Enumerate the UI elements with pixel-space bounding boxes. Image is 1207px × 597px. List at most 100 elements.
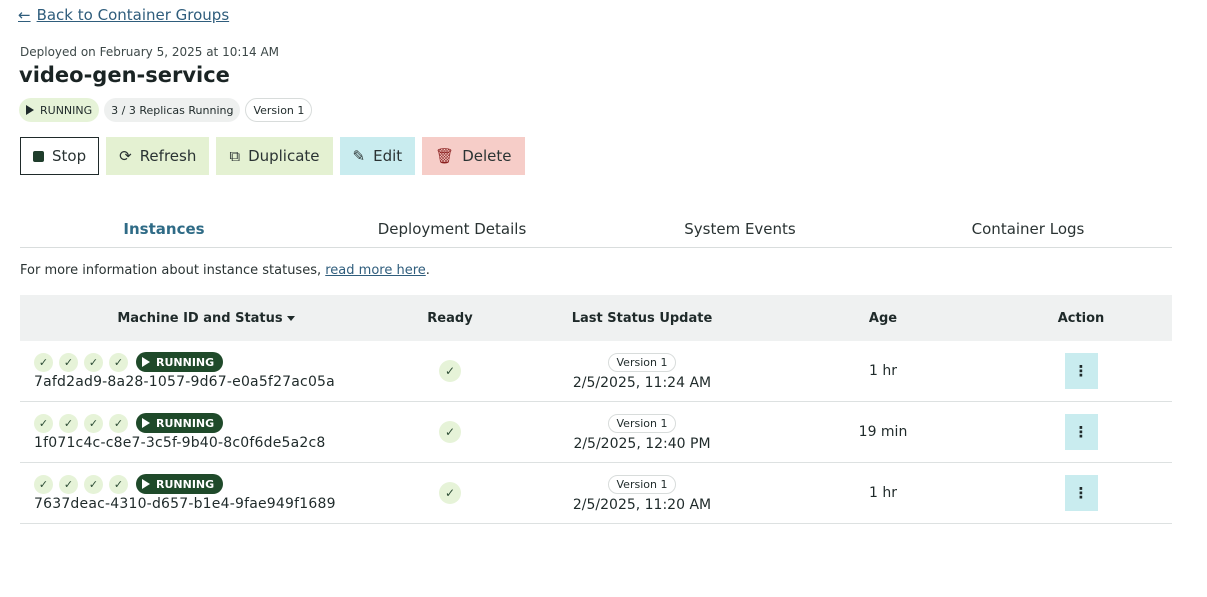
check-icon: ✓	[59, 352, 78, 372]
action-cell: ⋮	[990, 475, 1172, 511]
machine-cell: ✓ ✓ ✓ ✓ RUNNING 7afd2ad9-8a28-1057-9d67-…	[20, 352, 392, 390]
edit-label: Edit	[373, 147, 403, 165]
info-suffix: .	[425, 263, 430, 278]
check-icon: ✓	[84, 474, 103, 494]
check-icon: ✓	[439, 360, 461, 382]
edit-icon: ✎	[352, 147, 366, 165]
age-cell: 1 hr	[869, 363, 897, 379]
action-cell: ⋮	[990, 353, 1172, 389]
version-chip: Version 1	[607, 414, 677, 433]
header-machine-id-label: Machine ID and Status	[117, 310, 283, 326]
caret-down-icon	[286, 315, 295, 321]
refresh-button[interactable]: ⟳ Refresh	[106, 137, 210, 175]
header-age: Age	[868, 310, 898, 326]
running-pill: RUNNING	[136, 352, 224, 372]
machine-cell: ✓ ✓ ✓ ✓ RUNNING 1f071c4c-c8e7-3c5f-9b40-…	[20, 413, 392, 451]
instance-status-info: For more information about instance stat…	[20, 263, 430, 278]
running-pill-label: RUNNING	[156, 416, 215, 430]
play-icon	[142, 357, 150, 367]
machine-id: 1f071c4c-c8e7-3c5f-9b40-8c0f6de5a2c8	[34, 435, 326, 451]
trash-icon: 🗑	[435, 147, 455, 165]
check-icon: ✓	[109, 474, 128, 494]
page-title: video-gen-service	[19, 63, 230, 87]
status-badges: RUNNING 3 / 3 Replicas Running Version 1	[19, 98, 313, 122]
running-status-label: RUNNING	[40, 103, 93, 117]
replicas-badge: 3 / 3 Replicas Running	[104, 98, 241, 122]
edit-button[interactable]: ✎ Edit	[339, 137, 416, 175]
running-pill: RUNNING	[136, 474, 224, 494]
back-link-label: Back to Container Groups	[36, 6, 230, 24]
last-update-cell: Version 1 2/5/2025, 11:24 AM	[508, 351, 776, 391]
stop-label: Stop	[52, 147, 87, 165]
check-icon: ✓	[34, 474, 53, 494]
delete-button[interactable]: 🗑 Delete	[422, 137, 525, 175]
copy-icon: ⧉	[229, 147, 241, 165]
version-chip: Version 1	[607, 475, 677, 494]
stop-button[interactable]: Stop	[20, 137, 100, 175]
row-actions-button[interactable]: ⋮	[1064, 414, 1098, 450]
running-status-badge: RUNNING	[19, 98, 100, 122]
last-update-timestamp: 2/5/2025, 11:20 AM	[572, 497, 712, 513]
refresh-icon: ⟳	[119, 147, 132, 165]
last-update-timestamp: 2/5/2025, 11:24 AM	[572, 375, 712, 391]
header-ready: Ready	[427, 310, 473, 326]
ready-cell: ✓	[392, 482, 508, 504]
check-icon: ✓	[59, 474, 78, 494]
machine-id: 7637deac-4310-d657-b1e4-9fae949f1689	[34, 496, 336, 512]
action-cell: ⋮	[990, 414, 1172, 450]
back-to-container-groups-link[interactable]: ← Back to Container Groups	[18, 6, 229, 24]
status-checks: ✓ ✓ ✓ ✓ RUNNING	[34, 413, 392, 433]
deployed-on-text: Deployed on February 5, 2025 at 10:14 AM	[20, 45, 280, 59]
check-icon: ✓	[59, 413, 78, 433]
check-icon: ✓	[84, 352, 103, 372]
stop-icon	[33, 150, 44, 162]
more-vertical-icon: ⋮	[1073, 484, 1089, 502]
info-text: For more information about instance stat…	[20, 263, 326, 278]
check-icon: ✓	[439, 482, 461, 504]
arrow-left-icon: ←	[18, 6, 31, 24]
play-icon	[142, 479, 150, 489]
age-cell: 1 hr	[869, 485, 897, 501]
delete-label: Delete	[462, 147, 512, 165]
table-row: ✓ ✓ ✓ ✓ RUNNING 1f071c4c-c8e7-3c5f-9b40-…	[20, 402, 1172, 463]
tab-container-logs[interactable]: Container Logs	[884, 212, 1172, 247]
tab-deployment-details[interactable]: Deployment Details	[308, 212, 596, 247]
last-update-cell: Version 1 2/5/2025, 11:20 AM	[508, 473, 776, 513]
age-cell: 19 min	[858, 424, 908, 440]
check-icon: ✓	[439, 421, 461, 443]
instances-table: Machine ID and Status Ready Last Status …	[20, 295, 1172, 524]
status-checks: ✓ ✓ ✓ ✓ RUNNING	[34, 474, 392, 494]
tab-bar: Instances Deployment Details System Even…	[20, 212, 1172, 248]
check-icon: ✓	[84, 413, 103, 433]
row-actions-button[interactable]: ⋮	[1064, 475, 1098, 511]
table-header: Machine ID and Status Ready Last Status …	[20, 295, 1172, 341]
running-pill-label: RUNNING	[156, 477, 215, 491]
table-row: ✓ ✓ ✓ ✓ RUNNING 7637deac-4310-d657-b1e4-…	[20, 463, 1172, 524]
check-icon: ✓	[109, 352, 128, 372]
tab-system-events[interactable]: System Events	[596, 212, 884, 247]
more-vertical-icon: ⋮	[1073, 362, 1089, 380]
ready-cell: ✓	[392, 360, 508, 382]
status-checks: ✓ ✓ ✓ ✓ RUNNING	[34, 352, 392, 372]
ready-cell: ✓	[392, 421, 508, 443]
last-update-timestamp: 2/5/2025, 12:40 PM	[573, 436, 711, 452]
check-icon: ✓	[109, 413, 128, 433]
play-icon	[142, 418, 150, 428]
action-toolbar: Stop ⟳ Refresh ⧉ Duplicate ✎ Edit 🗑 Dele…	[20, 137, 525, 175]
read-more-link[interactable]: read more here	[325, 263, 426, 278]
refresh-label: Refresh	[139, 147, 197, 165]
play-icon	[26, 105, 34, 115]
running-pill: RUNNING	[136, 413, 224, 433]
machine-id: 7afd2ad9-8a28-1057-9d67-e0a5f27ac05a	[34, 374, 335, 390]
version-chip: Version 1	[607, 353, 677, 372]
table-row: ✓ ✓ ✓ ✓ RUNNING 7afd2ad9-8a28-1057-9d67-…	[20, 341, 1172, 402]
check-icon: ✓	[34, 352, 53, 372]
row-actions-button[interactable]: ⋮	[1064, 353, 1098, 389]
more-vertical-icon: ⋮	[1073, 423, 1089, 441]
header-machine-id[interactable]: Machine ID and Status	[20, 311, 392, 326]
check-icon: ✓	[34, 413, 53, 433]
tab-instances[interactable]: Instances	[20, 212, 308, 247]
duplicate-button[interactable]: ⧉ Duplicate	[216, 137, 333, 175]
last-update-cell: Version 1 2/5/2025, 12:40 PM	[508, 412, 776, 452]
header-action: Action	[1057, 310, 1105, 326]
